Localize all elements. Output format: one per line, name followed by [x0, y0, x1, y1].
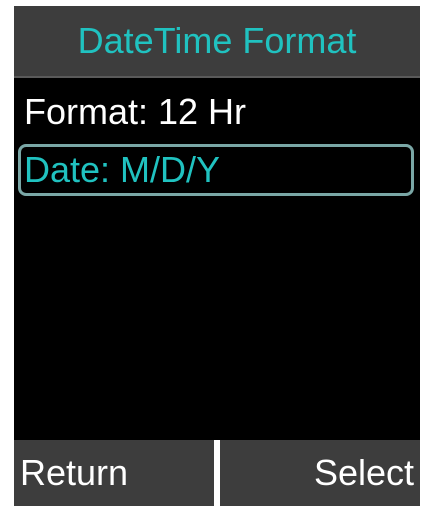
return-button[interactable]: Return	[14, 440, 214, 506]
select-button-label: Select	[313, 452, 414, 493]
page-title: DateTime Format	[77, 20, 357, 61]
select-button[interactable]: Select	[220, 440, 420, 506]
menu-item-date-format[interactable]: Date: M/D/Y	[18, 144, 414, 196]
return-button-label: Return	[20, 452, 129, 493]
title-bar: DateTime Format	[14, 6, 420, 78]
menu-item-label: Format: 12 Hr	[24, 91, 247, 132]
menu-item-time-format[interactable]: Format: 12 Hr	[18, 86, 414, 138]
softkey-bar: Return Select	[14, 440, 420, 506]
menu-item-label: Date: M/D/Y	[24, 149, 221, 190]
phone-screen: DateTime Format Format: 12 Hr Date: M/D/…	[0, 0, 433, 506]
menu-list: Format: 12 Hr Date: M/D/Y	[14, 78, 420, 440]
